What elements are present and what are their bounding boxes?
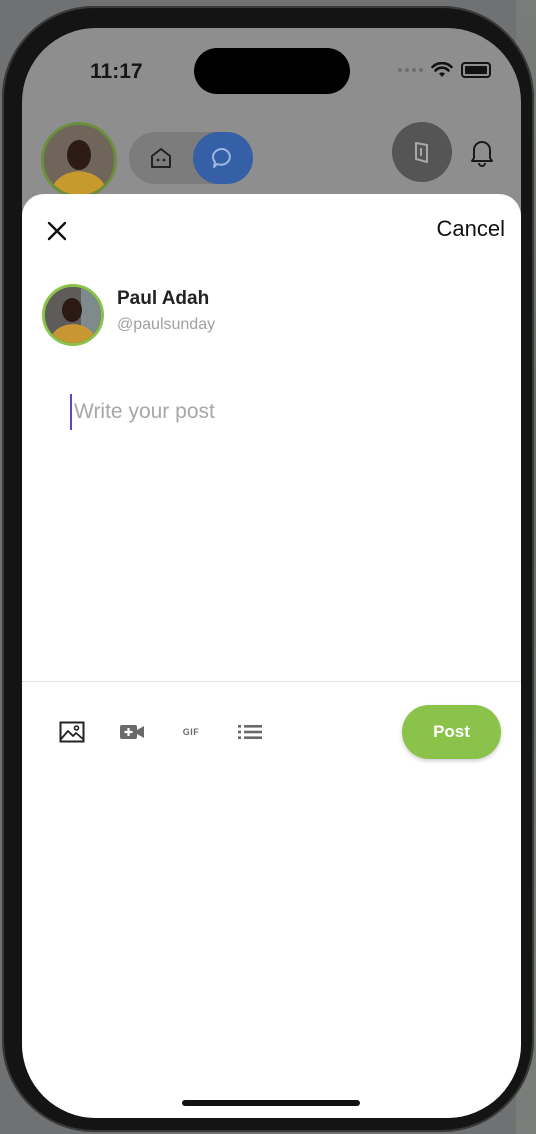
user-avatar <box>42 284 104 346</box>
status-time: 11:17 <box>90 60 143 83</box>
post-button[interactable]: Post <box>402 705 501 759</box>
add-video-button[interactable] <box>116 716 148 748</box>
user-handle: @paulsunday <box>117 316 216 333</box>
battery-icon <box>461 62 491 78</box>
image-icon <box>59 721 85 743</box>
avatar-portrait-icon <box>44 125 114 195</box>
video-icon <box>120 725 144 739</box>
avatar-portrait-icon <box>45 287 101 343</box>
post-text-input[interactable] <box>70 394 494 430</box>
cellular-signal-icon <box>398 68 423 72</box>
cancel-button[interactable]: Cancel <box>437 216 505 242</box>
profile-avatar-background[interactable] <box>41 122 117 198</box>
bell-icon <box>471 141 493 167</box>
nav-messages-button[interactable] <box>193 132 253 184</box>
nav-home-button[interactable] <box>143 140 179 176</box>
bookmark-button[interactable] <box>392 122 452 182</box>
home-indicator[interactable] <box>182 1100 360 1106</box>
user-name: Paul Adah <box>117 288 210 309</box>
toolbar-divider <box>22 681 521 682</box>
close-icon <box>47 221 67 241</box>
chat-bubble-icon <box>212 147 231 168</box>
book-icon <box>415 142 428 163</box>
add-list-button[interactable] <box>234 716 266 748</box>
phone-screen: 11:17 Cancel Paul Adah @paulsunday Write… <box>22 28 521 1118</box>
close-button[interactable] <box>42 216 72 246</box>
gif-icon: GIF <box>182 727 200 737</box>
wifi-icon <box>431 62 453 77</box>
add-gif-button[interactable]: GIF <box>175 716 207 748</box>
dynamic-island <box>194 48 350 94</box>
phone-frame: 11:17 Cancel Paul Adah @paulsunday Write… <box>2 6 534 1132</box>
notifications-button[interactable] <box>464 133 500 171</box>
home-icon <box>151 148 171 168</box>
status-icons <box>398 62 491 78</box>
compose-post-sheet: Cancel Paul Adah @paulsunday Write your … <box>22 194 521 1118</box>
add-image-button[interactable] <box>56 716 88 748</box>
list-icon <box>238 725 262 739</box>
